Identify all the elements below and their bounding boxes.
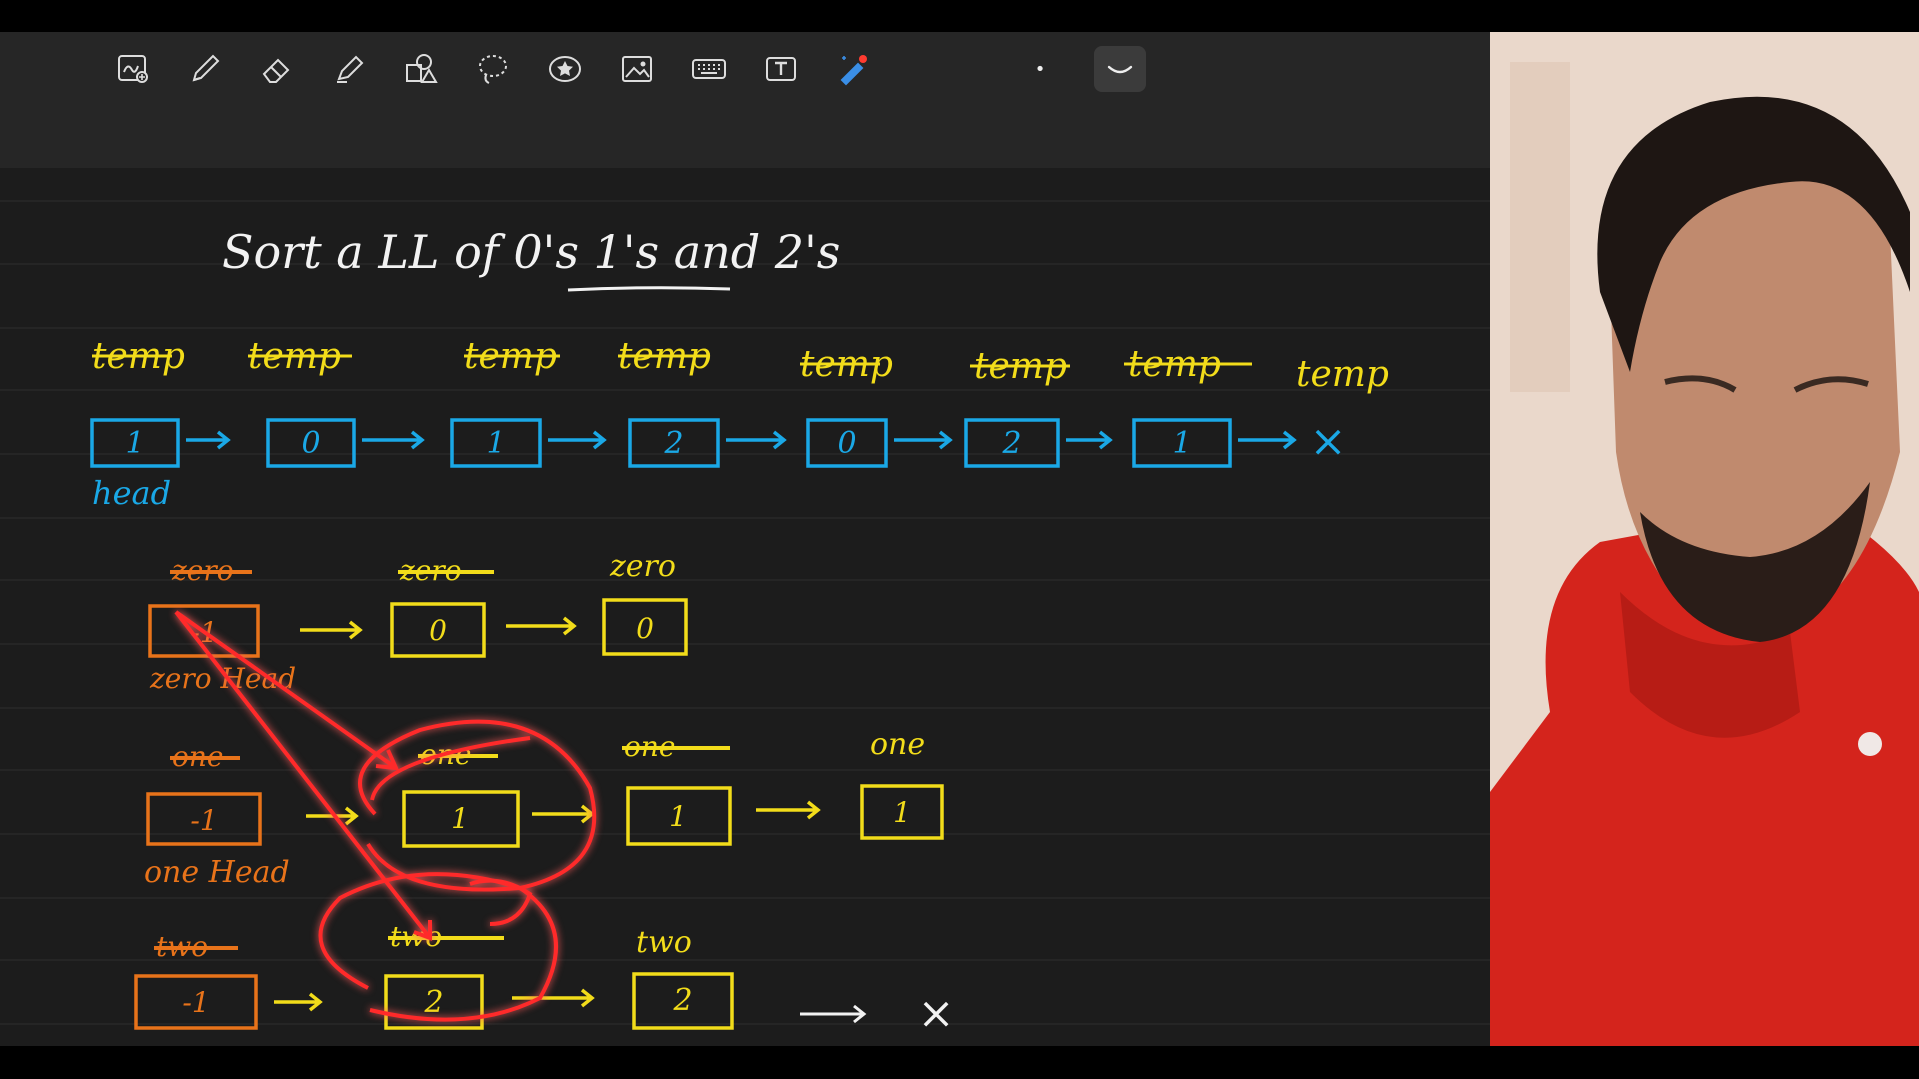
sticker-icon (549, 56, 581, 82)
title-underline (567, 286, 731, 292)
laser-pointer-icon (840, 55, 867, 86)
keyboard-tool[interactable] (684, 46, 734, 92)
handwriting-layer: Sort a LL of 0's 1's and 2's temp temp t… (0, 200, 1490, 1039)
temp-label-8: temp (1296, 354, 1389, 395)
two-node-2: 2 (672, 983, 692, 1018)
one-head-label: one Head (144, 855, 290, 890)
eraser-tool[interactable] (252, 46, 302, 92)
stroke-size-dot[interactable]: • (1015, 46, 1065, 92)
main-node-5: 0 (837, 426, 856, 461)
drawing-toolbar: • (0, 32, 1490, 111)
head-label: head (92, 474, 171, 512)
text-box-icon (766, 57, 796, 81)
stroke-size-label: • (1034, 58, 1046, 80)
keyboard-icon (692, 59, 726, 79)
main-node-3: 1 (486, 426, 505, 461)
curve-tool[interactable] (1094, 46, 1146, 92)
eraser-icon (262, 58, 290, 83)
two-label-3: two (636, 925, 692, 960)
zero-head-label: zero Head (149, 662, 296, 695)
main-node-4: 2 (663, 426, 683, 461)
two-dummy-node: -1 (182, 986, 209, 1019)
shapes-icon (406, 54, 438, 83)
main-node-2: 0 (301, 426, 320, 461)
bottom-letterbox (0, 1046, 1919, 1079)
pen-icon (192, 54, 220, 82)
zero-node-2: 0 (636, 612, 654, 645)
highlighter-tool[interactable] (324, 46, 374, 92)
image-insert-tool[interactable] (108, 46, 158, 92)
one-dummy-node: -1 (190, 804, 217, 837)
presenter-figure (1490, 32, 1919, 1046)
one-node-3: 1 (893, 796, 911, 829)
sticker-tool[interactable] (540, 46, 590, 92)
main-node-1: 1 (125, 426, 144, 461)
note-title: Sort a LL of 0's 1's and 2's (222, 225, 840, 279)
zero-node-1: 0 (429, 614, 447, 647)
curve-icon (1107, 65, 1133, 74)
note-canvas[interactable]: Sort a LL of 0's 1's and 2's temp temp t… (0, 168, 1490, 1046)
pen-tool[interactable] (180, 46, 230, 92)
one-node-1: 1 (451, 802, 469, 835)
photo-tool[interactable] (612, 46, 662, 92)
presenter-webcam (1490, 32, 1919, 1046)
highlighter-icon (337, 55, 364, 83)
one-node-2: 1 (669, 800, 687, 833)
text-box-tool[interactable] (756, 46, 806, 92)
lasso-icon (479, 55, 507, 84)
laser-pointer-tool[interactable] (828, 46, 878, 92)
secondary-toolbar (0, 110, 1490, 169)
shapes-tool[interactable] (396, 46, 446, 92)
main-node-7: 1 (1172, 426, 1191, 461)
image-insert-icon (118, 55, 148, 83)
photo-icon (622, 56, 652, 82)
top-letterbox (0, 0, 1919, 32)
main-node-6: 2 (1001, 426, 1021, 461)
lasso-tool[interactable] (468, 46, 518, 92)
zero-label-3: zero (609, 549, 676, 584)
one-label-4: one (870, 727, 925, 762)
main-null-mark: × (1310, 416, 1347, 467)
two-null-mark: × (918, 988, 955, 1039)
two-node-1: 2 (423, 985, 443, 1020)
